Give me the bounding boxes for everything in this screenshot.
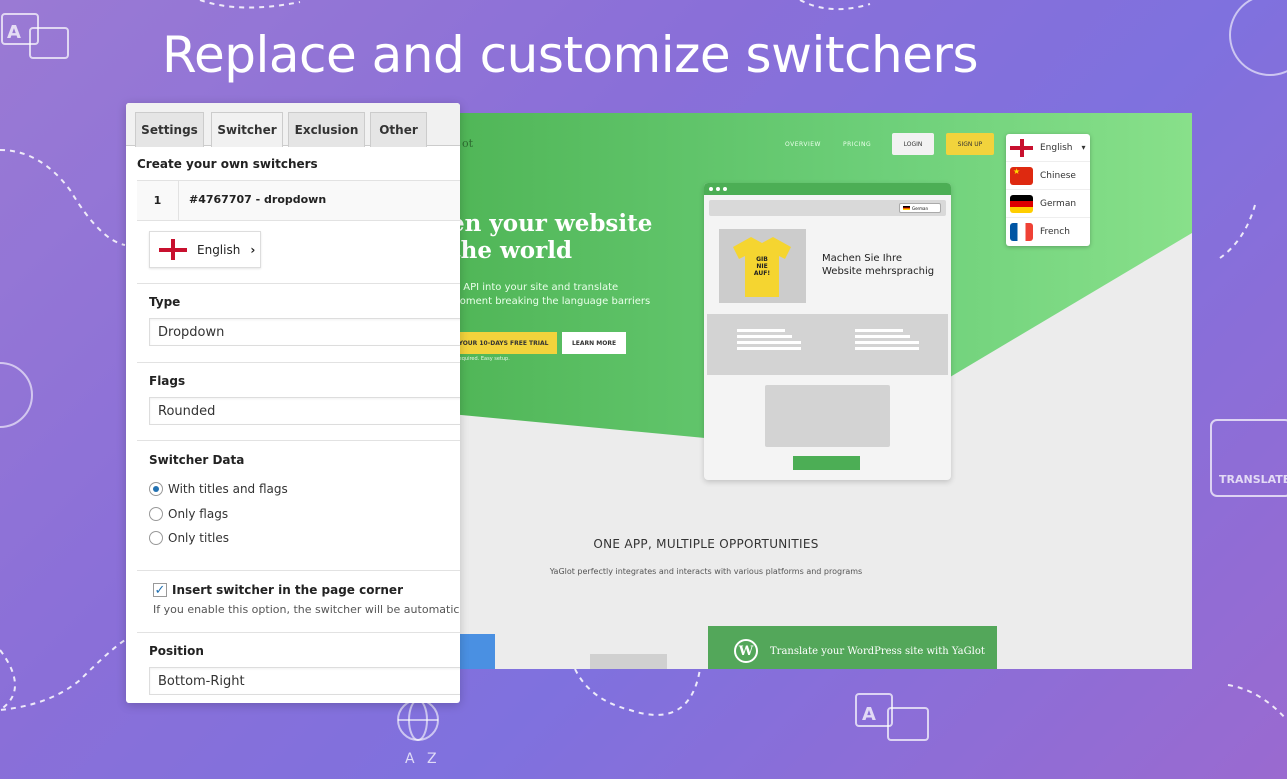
login-button[interactable]: LOGIN <box>892 133 934 155</box>
language-label: Chinese <box>1040 170 1076 181</box>
radio-only-flags[interactable]: Only flags <box>149 507 228 521</box>
language-option-german[interactable]: German <box>1006 190 1090 218</box>
switcher-number: 1 <box>137 181 179 220</box>
divider <box>137 440 460 441</box>
mockup-tagline: Machen Sie Ihre Website mehrsprachig <box>822 252 934 278</box>
integration-card-gray <box>590 654 667 669</box>
type-select[interactable]: Dropdown <box>149 318 460 346</box>
mockup-tagline-line2: Website mehrsprachig <box>822 266 935 277</box>
tab-switcher[interactable]: Switcher <box>211 112 283 147</box>
svg-text:AUF!: AUF! <box>754 270 770 277</box>
settings-tabs: Settings Switcher Exclusion Other <box>126 103 460 147</box>
switcher-row[interactable]: 1 #4767707 - dropdown <box>137 180 460 221</box>
tshirt-image: GIB NIE AUF! <box>719 229 806 303</box>
mockup-titlebar <box>704 183 951 195</box>
tab-exclusion[interactable]: Exclusion <box>288 112 365 147</box>
mockup-tagline-line1: Machen Sie Ihre <box>822 253 903 264</box>
switcher-settings-panel: Settings Switcher Exclusion Other Create… <box>126 103 460 703</box>
england-flag-icon <box>1010 138 1033 157</box>
radio-label: With titles and flags <box>168 482 288 496</box>
mockup-urlbar: German <box>709 200 946 216</box>
hero-sub-line1: te API into your site and translate <box>450 282 619 293</box>
hero-title-line1: en your website <box>450 210 653 237</box>
language-label: French <box>1040 227 1070 237</box>
svg-text:A: A <box>7 22 21 43</box>
free-trial-button[interactable]: YOUR 10-DAYS FREE TRIAL <box>450 332 557 354</box>
preview-language-label: English <box>197 242 241 257</box>
language-label: English <box>1040 142 1073 153</box>
radio-label: Only titles <box>168 531 230 545</box>
chevron-right-icon: › <box>250 242 256 257</box>
hero-title-line2: the world <box>450 237 573 264</box>
tab-other[interactable]: Other <box>370 112 427 147</box>
section-subtitle: YaGlot perfectly integrates and interact… <box>549 567 863 576</box>
az-label: A Z <box>405 751 441 767</box>
nav-overview[interactable]: OVERVIEW <box>785 141 821 148</box>
switcher-preview-button[interactable]: English › <box>149 231 261 268</box>
england-flag-icon <box>159 239 187 260</box>
language-switcher-dropdown[interactable]: English ▾ Chinese German French <box>1006 134 1090 246</box>
tab-settings[interactable]: Settings <box>135 112 204 147</box>
language-option-english[interactable]: English ▾ <box>1006 134 1090 162</box>
radio-button[interactable] <box>149 482 163 496</box>
section-title: ONE APP, MULTIPLE OPPORTUNITIES <box>593 537 819 551</box>
tshirt-icon: GIB NIE AUF! <box>733 237 791 297</box>
browser-mockup: German GIB NIE AUF! Machen Sie Ihre Webs… <box>704 183 951 480</box>
radio-only-titles[interactable]: Only titles <box>149 531 229 545</box>
flags-label: Flags <box>149 374 186 388</box>
radio-button[interactable] <box>149 507 163 521</box>
hero-subtitle: te API into your site and translate mome… <box>450 281 650 309</box>
site-logo: ot <box>462 137 474 150</box>
section-heading: Create your own switchers <box>137 157 318 171</box>
hero-sub-line2: moment breaking the language barriers <box>450 296 651 307</box>
svg-text:A: A <box>862 704 876 725</box>
language-label: German <box>1040 198 1077 209</box>
mockup-feature-block <box>707 314 948 375</box>
corner-help-text: If you enable this option, the switcher … <box>153 603 460 616</box>
mockup-image-placeholder <box>765 385 890 447</box>
site-nav: OVERVIEW PRICING <box>785 141 871 148</box>
nav-pricing[interactable]: PRICING <box>843 141 871 148</box>
page-headline: Replace and customize switchers <box>162 26 979 84</box>
wordpress-card-text: Translate your WordPress site with YaGlo… <box>770 645 985 657</box>
switcher-data-label: Switcher Data <box>149 453 245 467</box>
signup-button[interactable]: SIGN UP <box>946 133 994 155</box>
type-label: Type <box>149 295 181 309</box>
mockup-button <box>793 456 860 470</box>
mockup-text-lines-left <box>737 329 801 350</box>
mockup-pill-label: German <box>912 205 929 211</box>
divider <box>137 362 460 363</box>
wordpress-icon: W <box>734 639 758 663</box>
radio-titles-and-flags[interactable]: With titles and flags <box>149 482 288 496</box>
divider <box>137 570 460 571</box>
learn-more-button[interactable]: LEARN MORE <box>562 332 626 354</box>
mockup-text-lines-right <box>855 329 919 350</box>
corner-checkbox-row[interactable]: ✓ Insert switcher in the page corner <box>153 583 403 597</box>
corner-checkbox-label: Insert switcher in the page corner <box>172 583 403 597</box>
corner-checkbox[interactable]: ✓ <box>153 583 167 597</box>
german-flag-icon <box>903 206 910 210</box>
divider <box>137 283 460 284</box>
position-label: Position <box>149 644 204 658</box>
divider <box>137 632 460 633</box>
flags-select[interactable]: Rounded <box>149 397 460 425</box>
hero-title: en your website the world <box>450 210 652 264</box>
mockup-language-pill: German <box>899 203 941 213</box>
translate-label: TRANSLATE <box>1219 473 1287 486</box>
china-flag-icon <box>1010 166 1033 185</box>
position-select[interactable]: Bottom-Right <box>149 667 460 695</box>
language-option-french[interactable]: French <box>1006 218 1090 246</box>
wordpress-card[interactable]: W Translate your WordPress site with YaG… <box>708 626 997 669</box>
svg-text:NIE: NIE <box>756 263 767 270</box>
radio-label: Only flags <box>168 507 229 521</box>
language-option-chinese[interactable]: Chinese <box>1006 162 1090 190</box>
germany-flag-icon <box>1010 194 1033 213</box>
svg-text:GIB: GIB <box>756 256 768 263</box>
france-flag-icon <box>1010 223 1033 241</box>
chevron-down-icon: ▾ <box>1081 143 1086 152</box>
switcher-name: #4767707 - dropdown <box>189 193 327 206</box>
radio-button[interactable] <box>149 531 163 545</box>
